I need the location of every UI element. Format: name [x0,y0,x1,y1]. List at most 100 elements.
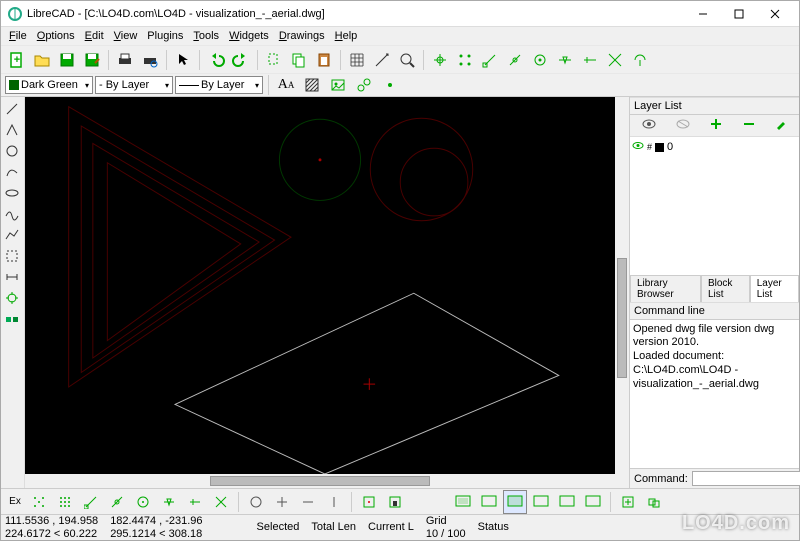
restrict-v-icon[interactable] [322,490,346,514]
text-tool-button[interactable]: AA [274,73,298,97]
exclusive-snap-button[interactable]: Ex [5,490,25,514]
polyline-tool[interactable] [1,225,23,245]
width-dropdown[interactable]: - By Layer ▾ [95,76,173,94]
screen6-icon[interactable] [581,490,605,514]
separator [199,50,200,70]
snap-center-button[interactable] [528,48,552,72]
line-tool[interactable] [1,99,23,119]
info-tool[interactable] [1,309,23,329]
chevron-down-icon: ▾ [255,81,259,90]
draft-button[interactable] [370,48,394,72]
minimize-button[interactable] [685,2,721,26]
horizontal-scrollbar[interactable] [25,474,615,488]
separator [268,75,269,95]
undo-button[interactable] [204,48,228,72]
cut-button[interactable] [262,48,286,72]
save-button[interactable] [55,48,79,72]
tab-block[interactable]: Block List [701,275,750,302]
open-button[interactable] [30,48,54,72]
restrict-button[interactable] [628,48,652,72]
color-dropdown[interactable]: Dark Green ▾ [5,76,93,94]
snap-grid-icon[interactable] [53,490,77,514]
screen5-icon[interactable] [555,490,579,514]
circle-tool[interactable] [1,141,23,161]
ellipse-tool[interactable] [1,183,23,203]
main-area: Layer List # 0 Library Browser Block Lis… [1,97,799,488]
remove-layer-button[interactable] [743,118,755,133]
snap-free-icon[interactable] [27,490,51,514]
snap-inter-icon[interactable] [209,490,233,514]
snap-intersection-button[interactable] [603,48,627,72]
edit-layer-button[interactable] [775,118,787,133]
command-input[interactable] [692,471,800,486]
paste-button[interactable] [312,48,336,72]
menu-options[interactable]: Options [33,29,79,43]
menu-plugins[interactable]: Plugins [143,29,187,43]
snap-free-button[interactable] [428,48,452,72]
select-button[interactable] [171,48,195,72]
hatch-tool-button[interactable] [300,73,324,97]
screen3-icon[interactable] [503,490,527,514]
lockrelzero-icon[interactable] [383,490,407,514]
menu-tools[interactable]: Tools [189,29,223,43]
snap-center-icon[interactable] [131,490,155,514]
snap-dist-icon[interactable] [183,490,207,514]
zoom-auto-button[interactable] [395,48,419,72]
eye-icon[interactable] [632,141,644,153]
close-button[interactable] [757,2,793,26]
app-icon [7,6,23,22]
snap-on-icon[interactable] [105,490,129,514]
menu-edit[interactable]: Edit [81,29,108,43]
layer-list[interactable]: # 0 [630,137,799,284]
layer-row[interactable]: # 0 [632,139,797,155]
vertical-scrollbar[interactable] [615,97,629,488]
snap-distance-button[interactable] [578,48,602,72]
copy-button[interactable] [287,48,311,72]
tab-layer[interactable]: Layer List [750,275,799,302]
restrict-none-icon[interactable] [244,490,268,514]
point-tool-button[interactable] [352,73,376,97]
screen4-icon[interactable] [529,490,553,514]
grid-button[interactable] [345,48,369,72]
more-tool-button[interactable] [378,73,402,97]
angle-line-tool[interactable] [1,120,23,140]
maximize-button[interactable] [721,2,757,26]
image-tool-button[interactable] [326,73,350,97]
screen2-icon[interactable] [477,490,501,514]
redo-button[interactable] [229,48,253,72]
curve-tool[interactable] [1,162,23,182]
snap-end-icon[interactable] [79,490,103,514]
restrict-ortho-icon[interactable] [270,490,294,514]
snap-mid-icon[interactable] [157,490,181,514]
drawing-canvas[interactable] [25,97,615,474]
modify-tool[interactable] [1,288,23,308]
spline-tool[interactable] [1,204,23,224]
menu-file[interactable]: FFileile [5,29,31,43]
eye-off-icon[interactable] [676,119,690,132]
add-layer-button[interactable] [710,118,722,133]
snap-middle-button[interactable] [553,48,577,72]
menu-view[interactable]: View [110,29,142,43]
tab-library[interactable]: Library Browser [630,275,701,302]
print-button[interactable] [113,48,137,72]
scrollbar-thumb[interactable] [617,258,627,378]
print-preview-button[interactable] [138,48,162,72]
menu-widgets[interactable]: Widgets [225,29,273,43]
snap-endpoint-button[interactable] [478,48,502,72]
snap-grid-button[interactable] [453,48,477,72]
linetype-dropdown[interactable]: By Layer ▾ [175,76,263,94]
menu-drawings[interactable]: Drawings [275,29,329,43]
menu-help[interactable]: Help [331,29,362,43]
zoom-pan-button[interactable] [642,490,666,514]
zoom-in-button[interactable] [616,490,640,514]
snap-on-button[interactable] [503,48,527,72]
eye-icon[interactable] [642,119,656,132]
new-button[interactable]: + [5,48,29,72]
select-region-tool[interactable] [1,246,23,266]
relzero-icon[interactable] [357,490,381,514]
restrict-h-icon[interactable] [296,490,320,514]
saveas-button[interactable] [80,48,104,72]
dimension-tool[interactable] [1,267,23,287]
scrollbar-thumb[interactable] [210,476,430,486]
screen1-icon[interactable] [451,490,475,514]
